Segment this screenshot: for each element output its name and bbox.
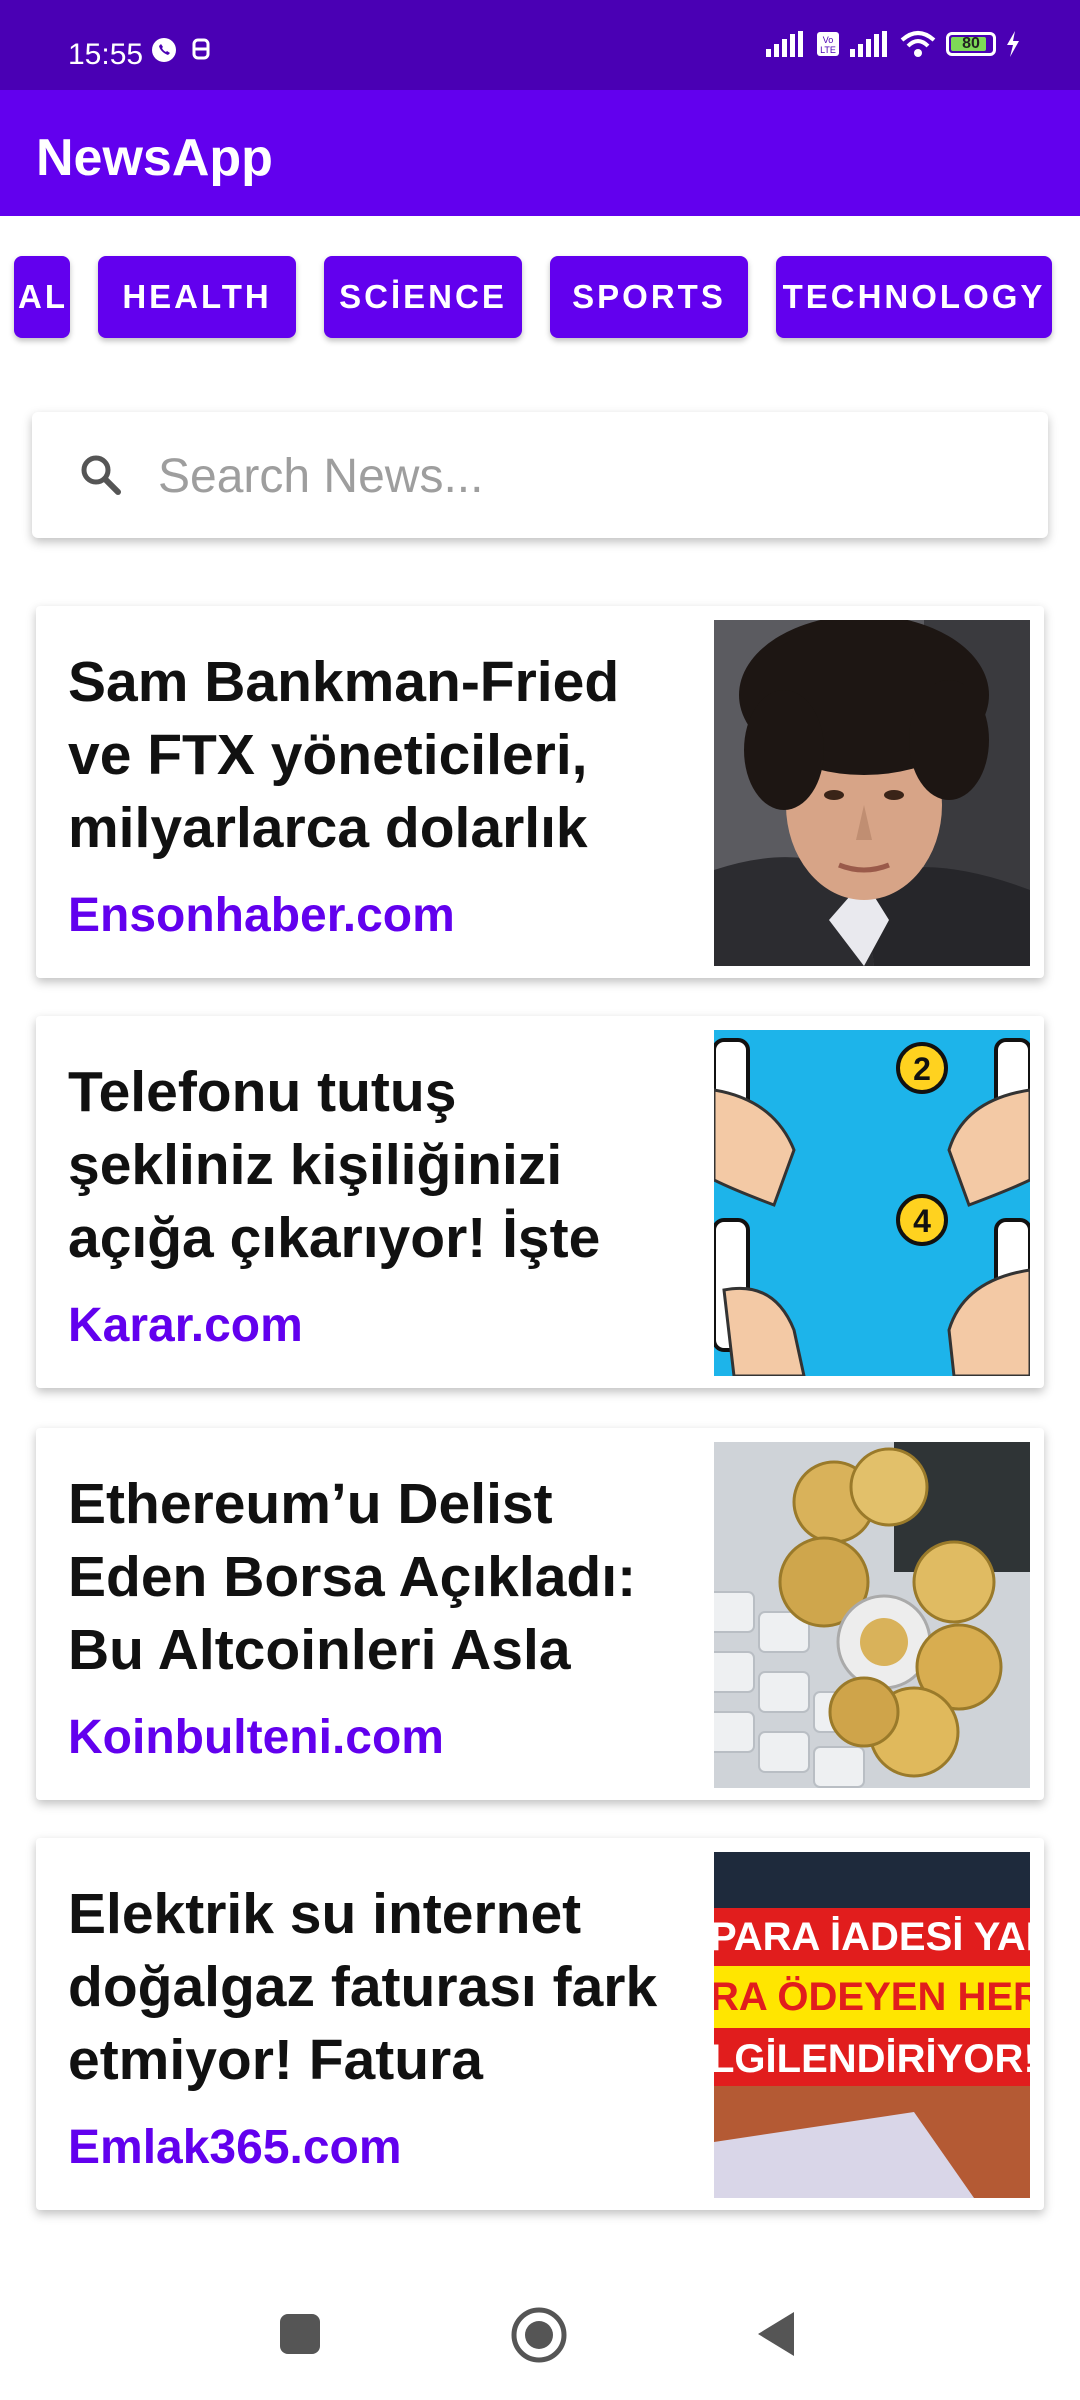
news-card[interactable]: Ethereum’u Delist Eden Borsa Açıkladı: B…: [36, 1428, 1044, 1800]
news-card[interactable]: Sam Bankman-Fried ve FTX yöneticileri, m…: [36, 606, 1044, 978]
image-banner-line-2: RA ÖDEYEN HERK: [714, 1974, 1030, 2019]
app-bar: NewsApp: [0, 90, 1080, 216]
system-nav-bar: [0, 2256, 1080, 2400]
app-title: NewsApp: [36, 129, 273, 187]
battery-level: 80: [962, 35, 980, 52]
news-card[interactable]: Telefonu tutuş şekliniz kişiliğinizi açı…: [36, 1016, 1044, 1388]
svg-text:LTE: LTE: [820, 45, 836, 55]
category-chip-science[interactable]: SCİENCE: [324, 256, 522, 338]
search-input[interactable]: [156, 412, 1020, 540]
news-source: Ensonhaber.com: [68, 889, 455, 942]
charging-icon: [1007, 31, 1019, 57]
wifi-icon: [900, 31, 936, 57]
status-notification-icons: [150, 36, 212, 64]
svg-text:2: 2: [913, 1051, 931, 1087]
news-source: Karar.com: [68, 1299, 303, 1352]
back-button[interactable]: [754, 2310, 798, 2358]
news-source: Emlak365.com: [68, 2121, 402, 2174]
news-title: Elektrik su internet doğalgaz faturası f…: [68, 1882, 658, 2092]
news-card[interactable]: Elektrik su internet doğalgaz faturası f…: [36, 1838, 1044, 2210]
category-chip-label: HEALTH: [122, 278, 272, 315]
category-chip-label: SCİENCE: [339, 278, 507, 315]
signal-icon-2: [850, 31, 887, 57]
svg-text:Vo: Vo: [823, 35, 834, 45]
battery-icon: 80: [946, 32, 996, 56]
category-chip-label: SPORTS: [572, 278, 726, 315]
news-image: 2 4: [714, 1030, 1030, 1376]
category-chip-label: AL: [18, 278, 68, 315]
news-image: [714, 1442, 1030, 1788]
search-bar[interactable]: [32, 412, 1048, 540]
status-system-icons: Vo LTE 80: [766, 30, 1020, 58]
image-banner-line-1: PARA İADESİ YAPIL: [714, 1915, 1030, 1959]
news-source: Koinbulteni.com: [68, 1711, 444, 1764]
news-title: Ethereum’u Delist Eden Borsa Açıkladı: B…: [68, 1472, 637, 1682]
news-title: Telefonu tutuş şekliniz kişiliğinizi açı…: [68, 1060, 601, 1270]
category-chip-label: TECHNOLOGY: [782, 278, 1046, 315]
news-image: [714, 620, 1030, 966]
usb-debug-icon: [192, 38, 210, 60]
category-chip-general[interactable]: AL: [14, 256, 70, 338]
search-icon: [81, 455, 121, 495]
category-chip-sports[interactable]: SPORTS: [550, 256, 748, 338]
status-bar: 15:55 Vo LTE 80: [0, 0, 1080, 90]
category-list[interactable]: AL HEALTH SCİENCE SPORTS TECHNOLOGY: [0, 256, 1080, 340]
whatsapp-icon: [152, 38, 176, 62]
volte-icon: VoLTE: [817, 32, 839, 56]
home-button[interactable]: [510, 2306, 568, 2364]
category-chip-technology[interactable]: TECHNOLOGY: [776, 256, 1052, 338]
recents-button[interactable]: [278, 2312, 322, 2356]
category-chip-health[interactable]: HEALTH: [98, 256, 296, 338]
status-time: 15:55: [68, 38, 144, 71]
news-title: Sam Bankman-Fried ve FTX yöneticileri, m…: [68, 650, 620, 860]
svg-text:4: 4: [913, 1203, 931, 1239]
news-image: PARA İADESİ YAPIL RA ÖDEYEN HERK LGİLEND…: [714, 1852, 1030, 2198]
image-banner-line-3: LGİLENDİRİYOR!!: [714, 2037, 1030, 2081]
signal-icon: [766, 31, 803, 57]
